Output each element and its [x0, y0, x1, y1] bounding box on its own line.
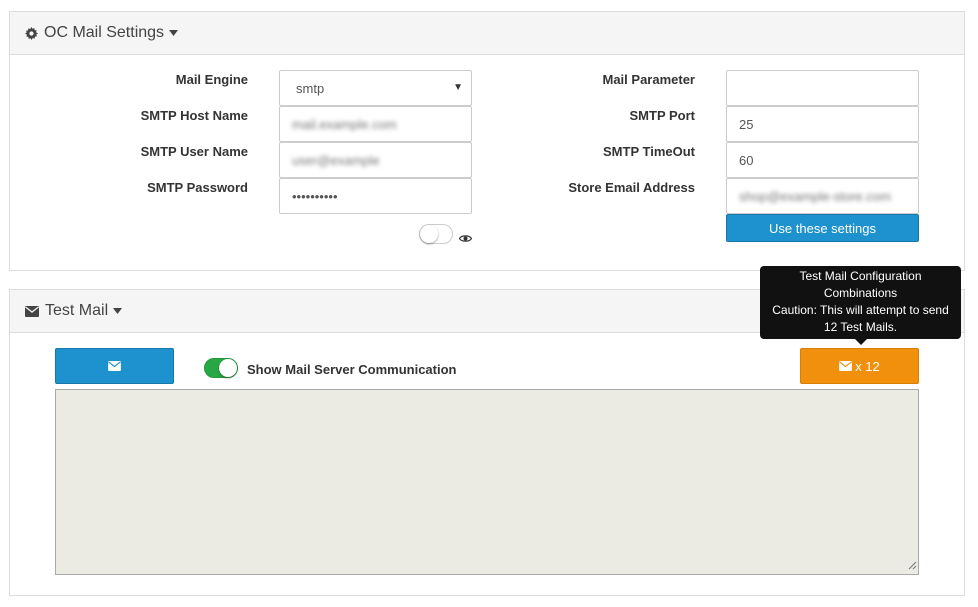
show-password-toggle[interactable]: [419, 224, 453, 244]
send-all-combinations-button[interactable]: x 12: [800, 348, 919, 384]
mail-engine-select[interactable]: smtp ▼: [279, 70, 472, 106]
gear-icon: [25, 26, 38, 40]
tooltip-line: Caution: This will attempt to send: [772, 303, 949, 317]
tooltip-line: Combinations: [823, 286, 898, 300]
smtp-password-input[interactable]: ••••••••••: [279, 178, 472, 214]
smtp-port-label: SMTP Port: [629, 108, 696, 123]
select-arrow-icon: ▼: [453, 82, 463, 93]
smtp-password-value: ••••••••••: [292, 188, 338, 204]
toggle-knob: [219, 359, 237, 377]
smtp-user-input[interactable]: user@example: [279, 142, 472, 178]
mail-engine-label: Mail Engine: [175, 72, 248, 87]
smtp-timeout-input[interactable]: 60: [726, 142, 919, 178]
eye-icon[interactable]: [458, 231, 473, 246]
mail-parameter-input[interactable]: [726, 70, 919, 106]
smtp-password-label: SMTP Password: [147, 180, 248, 195]
mail-parameter-label: Mail Parameter: [602, 72, 696, 87]
smtp-host-input[interactable]: mail.example.com: [279, 106, 472, 142]
tooltip-line: Test Mail Configuration: [799, 269, 922, 283]
envelope-icon: [25, 305, 39, 317]
show-communication-toggle[interactable]: [204, 358, 238, 378]
toggle-knob: [420, 225, 438, 243]
smtp-host-value: mail.example.com: [292, 116, 397, 132]
smtp-host-label: SMTP Host Name: [140, 108, 248, 123]
caret-down-icon: [113, 308, 123, 314]
use-settings-button[interactable]: Use these settings: [726, 214, 919, 242]
caret-down-icon: [169, 30, 179, 36]
mail-engine-value: smtp: [296, 80, 325, 96]
smtp-port-input[interactable]: 25: [726, 106, 919, 142]
send-all-tooltip: Test Mail Configuration Combinations Cau…: [760, 266, 961, 345]
mail-settings-heading[interactable]: OC Mail Settings: [10, 12, 964, 55]
send-count-label: x 12: [855, 358, 880, 374]
envelope-icon: [108, 359, 121, 374]
mail-server-log-textarea[interactable]: [55, 389, 919, 575]
send-test-mail-button[interactable]: [55, 348, 174, 384]
smtp-timeout-value: 60: [739, 152, 754, 168]
tooltip-arrow: [855, 339, 867, 345]
test-mail-title: Test Mail: [45, 302, 109, 319]
envelope-icon: [839, 361, 853, 371]
smtp-timeout-label: SMTP TimeOut: [603, 144, 695, 159]
store-email-input[interactable]: shop@example-store.com: [726, 178, 919, 214]
mail-settings-title: OC Mail Settings: [44, 24, 165, 41]
show-communication-label: Show Mail Server Communication: [247, 362, 457, 377]
smtp-user-label: SMTP User Name: [140, 144, 248, 159]
tooltip-line: 12 Test Mails.: [823, 320, 898, 334]
smtp-port-value: 25: [739, 116, 754, 132]
store-email-value: shop@example-store.com: [739, 188, 891, 204]
resize-handle-icon[interactable]: [908, 558, 917, 573]
store-email-label: Store Email Address: [568, 180, 695, 195]
smtp-user-value: user@example: [292, 152, 380, 168]
